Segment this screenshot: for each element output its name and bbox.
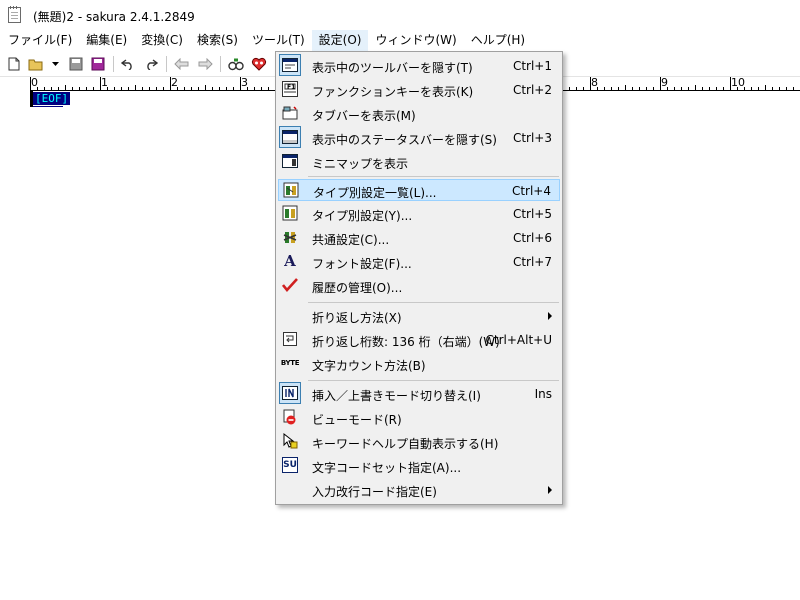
undo-icon[interactable]: [120, 56, 136, 72]
menu-search[interactable]: 検索(S): [190, 30, 245, 51]
menu-item-wrap-columns[interactable]: 折り返し桁数: 136 桁（右端）(W) Ctrl+Alt+U: [278, 329, 560, 351]
minimap-icon: [282, 153, 298, 169]
keyword-help-icon: [282, 433, 298, 449]
menu-item-show-minimap[interactable]: ミニマップを表示: [278, 151, 560, 173]
ruler-label-2: 2: [171, 76, 178, 89]
type-settings-icon: [282, 205, 298, 221]
menu-window[interactable]: ウィンドウ(W): [368, 30, 463, 51]
menu-item-wrap-method[interactable]: 折り返し方法(X): [278, 305, 560, 327]
menu-label: 共通設定(C)...: [312, 233, 390, 247]
find-binoculars-icon[interactable]: [228, 56, 244, 72]
menu-label: 文字カウント方法(B): [312, 359, 426, 373]
menu-file[interactable]: ファイル(F): [0, 30, 79, 51]
menu-item-hide-status-bar[interactable]: 表示中のステータスバーを隠す(S) Ctrl+3: [278, 126, 560, 149]
menu-label: ミニマップを表示: [312, 157, 409, 171]
menu-item-keyword-help[interactable]: キーワードヘルプ自動表示する(H): [278, 431, 560, 453]
menu-label: 入力改行コード指定(E): [312, 485, 437, 499]
menu-shortcut: Ctrl+2: [512, 83, 552, 97]
jump-forward-icon[interactable]: [197, 56, 213, 72]
redo-icon[interactable]: [143, 56, 159, 72]
byte-icon: BYTE: [280, 359, 300, 367]
menu-item-view-mode[interactable]: ビューモード(R): [278, 407, 560, 429]
window-title: (無題)2 - sakura 2.4.1.2849: [33, 10, 195, 24]
title-bar: (無題)2 - sakura 2.4.1.2849: [0, 0, 800, 30]
status-bar-icon: [279, 126, 301, 148]
checkmark-icon: [282, 277, 298, 293]
menu-item-type-settings-list[interactable]: タイプ別設定一覧(L)... Ctrl+4: [278, 179, 560, 201]
menu-shortcut: Ctrl+3: [512, 131, 552, 145]
submenu-arrow-icon: [548, 312, 552, 320]
ruler-label-8: 8: [591, 76, 598, 89]
menu-label: タイプ別設定一覧(L)...: [313, 186, 437, 200]
submenu-arrow-icon: [548, 486, 552, 494]
menu-label: 挿入／上書きモード切り替え(I): [312, 389, 481, 403]
tab-bar-icon: [282, 105, 298, 121]
charset-icon: SU: [282, 457, 298, 473]
save-icon[interactable]: [68, 56, 84, 72]
settings-menu-dropdown: 表示中のツールバーを隠す(T) Ctrl+1 F1 ファンクションキーを表示(K…: [275, 51, 563, 505]
menu-item-font-settings[interactable]: A フォント設定(F)... Ctrl+7: [278, 251, 560, 273]
cursor-underline: [33, 106, 63, 107]
menu-label: 履歴の管理(O)...: [312, 281, 403, 295]
new-file-icon[interactable]: [6, 56, 22, 72]
menu-shortcut: Ctrl+Alt+U: [485, 333, 553, 347]
menu-label: 文字コードセット指定(A)...: [312, 461, 462, 475]
menu-settings[interactable]: 設定(O): [311, 30, 369, 51]
menu-item-common-settings[interactable]: 共通設定(C)... Ctrl+6: [278, 227, 560, 249]
toolbar-icon: [279, 54, 301, 76]
menu-label: 表示中のステータスバーを隠す(S): [312, 133, 497, 147]
menu-label: 折り返し方法(X): [312, 311, 402, 325]
menu-label: 表示中のツールバーを隠す(T): [312, 61, 473, 75]
menu-label: ファンクションキーを表示(K): [312, 85, 474, 99]
menu-item-insert-overwrite[interactable]: 挿入／上書きモード切り替え(I) Ins: [278, 382, 560, 405]
open-folder-icon[interactable]: [28, 56, 44, 72]
menu-shortcut: Ctrl+6: [512, 231, 552, 245]
wrap-icon: [282, 331, 298, 347]
menu-item-history-management[interactable]: 履歴の管理(O)...: [278, 275, 560, 297]
menu-shortcut: Ctrl+5: [512, 207, 552, 221]
ruler-label-9: 9: [661, 76, 668, 89]
charset-icon-text: SU: [283, 460, 297, 470]
menu-label: キーワードヘルプ自動表示する(H): [312, 437, 499, 451]
menu-label: フォント設定(F)...: [312, 257, 412, 271]
menu-shortcut: Ctrl+1: [512, 59, 552, 73]
open-dropdown-icon[interactable]: [50, 56, 60, 72]
menu-item-show-function-keys[interactable]: F1 ファンクションキーを表示(K) Ctrl+2: [278, 79, 560, 101]
insert-mode-icon: [279, 382, 301, 404]
eof-marker: [EOF]: [33, 92, 71, 105]
menu-shortcut: Ctrl+4: [511, 184, 551, 198]
menu-item-show-tab-bar[interactable]: タブバーを表示(M): [278, 103, 560, 125]
menu-help[interactable]: ヘルプ(H): [464, 30, 532, 51]
menu-label: タイプ別設定(Y)...: [312, 209, 413, 223]
view-mode-icon: [282, 409, 298, 425]
jump-back-icon[interactable]: [174, 56, 190, 72]
menu-item-char-count-method[interactable]: BYTE 文字カウント方法(B): [278, 353, 560, 375]
menu-edit[interactable]: 編集(E): [79, 30, 134, 51]
sakura-app-icon[interactable]: [8, 6, 21, 23]
ruler-label-1: 1: [101, 76, 108, 89]
type-list-icon: [283, 182, 299, 198]
ruler-label-10: 10: [731, 76, 745, 89]
menu-shortcut: Ins: [534, 387, 552, 401]
menu-tools[interactable]: ツール(T): [245, 30, 312, 51]
menu-item-type-settings[interactable]: タイプ別設定(Y)... Ctrl+5: [278, 203, 560, 225]
ruler-label-3: 3: [241, 76, 248, 89]
menu-label: 折り返し桁数: 136 桁（右端）(W): [312, 335, 500, 349]
menu-item-charset[interactable]: SU 文字コードセット指定(A)...: [278, 455, 560, 477]
menu-shortcut: Ctrl+7: [512, 255, 552, 269]
menu-label: タブバーを表示(M): [312, 109, 416, 123]
function-key-icon-text: F1: [287, 84, 296, 91]
menu-item-hide-toolbar[interactable]: 表示中のツールバーを隠す(T) Ctrl+1: [278, 54, 560, 77]
font-icon: A: [284, 252, 296, 270]
menu-label: ビューモード(R): [312, 413, 402, 427]
save-all-icon[interactable]: [90, 56, 106, 72]
ruler-label-0: 0: [31, 76, 38, 89]
find-heart-icon[interactable]: [251, 56, 267, 72]
menu-convert[interactable]: 変換(C): [134, 30, 190, 51]
function-key-icon: F1: [282, 81, 298, 97]
menu-bar: ファイル(F) 編集(E) 変換(C) 検索(S) ツール(T) 設定(O) ウ…: [0, 30, 800, 51]
common-settings-icon: [282, 229, 298, 245]
menu-item-newline-code[interactable]: 入力改行コード指定(E): [278, 479, 560, 501]
